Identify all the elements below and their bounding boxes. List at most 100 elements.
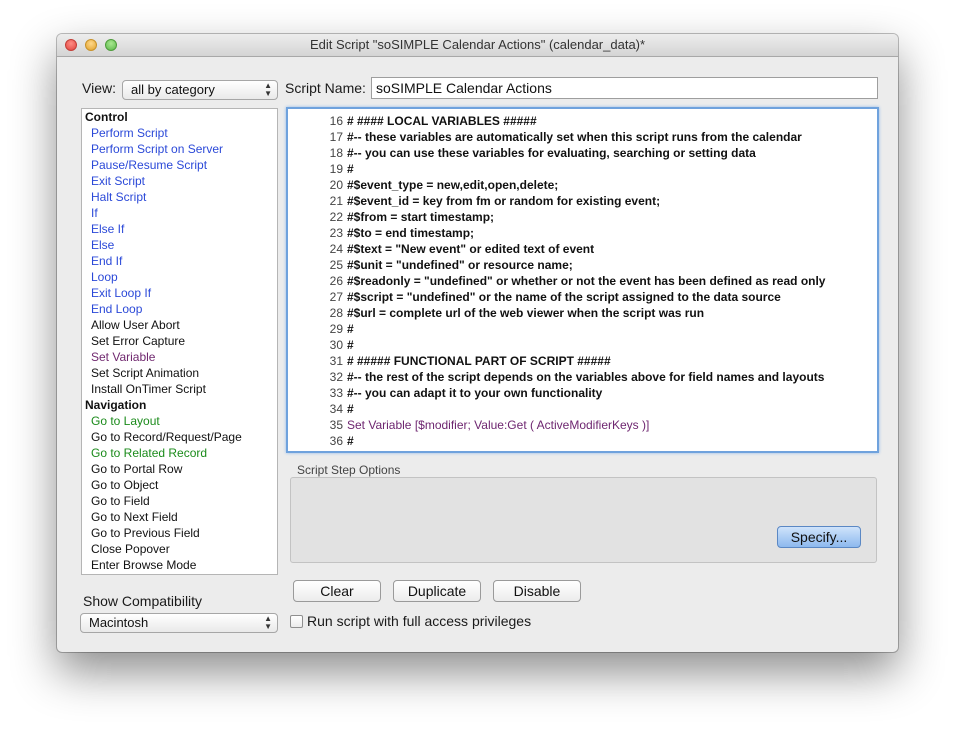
script-editor[interactable]: 16 # #### LOCAL VARIABLES ##### 17 #-- thes… [286,107,879,453]
script-line[interactable]: 18 #-- you can use these variables for ev… [288,145,877,161]
script-line[interactable]: 17 #-- these variables are automatically … [288,129,877,145]
disable-button[interactable]: Disable [493,580,581,602]
view-select[interactable]: all by category ▲ ▼ [122,80,278,100]
line-number: 27 [329,290,343,304]
script-step-item[interactable]: Go to Record/Request/Page [82,429,277,445]
script-line[interactable]: 23 #$to = end timestamp; [288,225,877,241]
compatibility-select[interactable]: Macintosh ▲ ▼ [80,613,278,633]
window-title: Edit Script "soSIMPLE Calendar Actions" … [309,37,646,52]
script-step-item[interactable]: Pause/Resume Script [82,157,277,173]
script-step-item[interactable]: Close Popover [82,541,277,557]
comment-step: #$script = "undefined" or the name of th… [347,290,781,304]
script-step-item[interactable]: Else If [82,221,277,237]
script-line[interactable]: 20 #$event_type = new,edit,open,delete; [288,177,877,193]
script-line[interactable]: 27 #$script = "undefined" or the name of … [288,289,877,305]
line-number: 21 [329,194,343,208]
comment-step: #$url = complete url of the web viewer w… [347,306,705,320]
script-steps-list[interactable]: Control Perform Script Perform Script on S… [81,108,278,575]
title-bar: Edit Script "soSIMPLE Calendar Actions" … [57,34,898,57]
script-step-item[interactable]: Allow User Abort [82,317,277,333]
show-compatibility-label: Show Compatibility [83,593,203,609]
script-line[interactable]: 24 #$text = "New event" or edited text of… [288,241,877,257]
script-step-item[interactable]: Set Error Capture [82,333,277,349]
duplicate-button[interactable]: Duplicate [393,580,481,602]
script-step-item[interactable]: Exit Script [82,173,277,189]
comment-step: # [347,402,354,416]
line-number: 20 [329,178,343,192]
comment-step: # #### LOCAL VARIABLES ##### [347,114,537,128]
script-line[interactable]: 32 #-- the rest of the script depends on … [288,369,877,385]
comment-step: # [347,322,354,336]
script-step-item[interactable]: Else [82,237,277,253]
script-step-item[interactable]: End If [82,253,277,269]
comment-step: #$readonly = "undefined" or whether or n… [347,274,826,288]
script-step-item[interactable]: Go to Field [82,493,277,509]
step-category: Control [85,110,128,124]
script-name-field[interactable]: soSIMPLE Calendar Actions [371,77,878,99]
line-number: 17 [329,130,343,144]
popup-arrows-icon: ▲ ▼ [264,81,272,98]
script-line[interactable]: 25 #$unit = "undefined" or resource name; [288,257,877,273]
script-step-item[interactable]: Set Script Animation [82,365,277,381]
script-line[interactable]: 26 #$readonly = "undefined" or whether or… [288,273,877,289]
specify-button[interactable]: Specify... [777,526,861,548]
line-number: 35 [329,418,343,432]
comment-step: #-- you can adapt it to your own functio… [347,386,603,400]
script-line[interactable]: 29 # [288,321,877,337]
line-number: 23 [329,226,343,240]
script-line[interactable]: 33 #-- you can adapt it to your own funct… [288,385,877,401]
comment-step: #-- the rest of the script depends on th… [347,370,825,384]
script-step-item[interactable]: Install OnTimer Script [82,381,277,397]
script-line[interactable]: 28 #$url = complete url of the web viewer… [288,305,877,321]
comment-step: #$unit = "undefined" or resource name; [347,258,573,272]
script-step-item[interactable]: Loop [82,269,277,285]
close-button[interactable] [65,39,77,51]
comment-step: #$event_type = new,edit,open,delete; [347,178,559,192]
script-step-options-label: Script Step Options [297,463,401,477]
script-step-item[interactable]: Go to Object [82,477,277,493]
script-line[interactable]: 21 #$event_id = key from fm or random for… [288,193,877,209]
full-access-checkbox[interactable] [290,615,303,628]
comment-step: #-- you can use these variables for eval… [347,146,756,160]
clear-button[interactable]: Clear [293,580,381,602]
script-line[interactable]: 36 # [288,433,877,449]
minimize-button[interactable] [85,39,97,51]
line-number: 26 [329,274,343,288]
script-step-item[interactable]: Go to Previous Field [82,525,277,541]
zoom-button[interactable] [105,39,117,51]
popup-arrows-icon: ▲ ▼ [264,614,272,631]
script-step-item[interactable]: If [82,205,277,221]
line-number: 28 [329,306,343,320]
script-line[interactable]: 31 # ##### FUNCTIONAL PART OF SCRIPT ####… [288,353,877,369]
view-label: View: [82,80,116,96]
script-step-item[interactable]: Go to Next Field [82,509,277,525]
script-step-item[interactable]: Go to Layout [82,413,277,429]
script-step-item[interactable]: Perform Script [82,125,277,141]
script-line[interactable]: 30 # [288,337,877,353]
script-step-item[interactable]: Go to Portal Row [82,461,277,477]
comment-step: # [347,338,354,352]
line-number: 18 [329,146,343,160]
script-name-label: Script Name: [285,80,366,96]
line-number: 32 [329,370,343,384]
line-number: 25 [329,258,343,272]
script-step-item[interactable]: Enter Browse Mode [82,557,277,573]
script-step-item[interactable]: End Loop [82,301,277,317]
script-step-item[interactable]: Go to Related Record [82,445,277,461]
script-step-options-box: Specify... [290,477,877,563]
script-line[interactable]: 19 # [288,161,877,177]
step-category: Navigation [85,398,147,412]
set-variable-step: Set Variable [$modifier; Value:Get ( Act… [347,418,650,432]
comment-step: # ##### FUNCTIONAL PART OF SCRIPT ##### [347,354,611,368]
script-line[interactable]: 35 Set Variable [$modifier; Value:Get ( A… [288,417,877,433]
comment-step: #$to = end timestamp; [347,226,475,240]
script-step-item[interactable]: Halt Script [82,189,277,205]
script-step-item[interactable]: Set Variable [82,349,277,365]
script-line[interactable]: 22 #$from = start timestamp; [288,209,877,225]
line-number: 36 [329,434,343,448]
script-line[interactable]: 34 # [288,401,877,417]
script-line[interactable]: 16 # #### LOCAL VARIABLES ##### [288,113,877,129]
script-step-item[interactable]: Perform Script on Server [82,141,277,157]
script-step-item[interactable]: Exit Loop If [82,285,277,301]
line-number: 34 [329,402,343,416]
